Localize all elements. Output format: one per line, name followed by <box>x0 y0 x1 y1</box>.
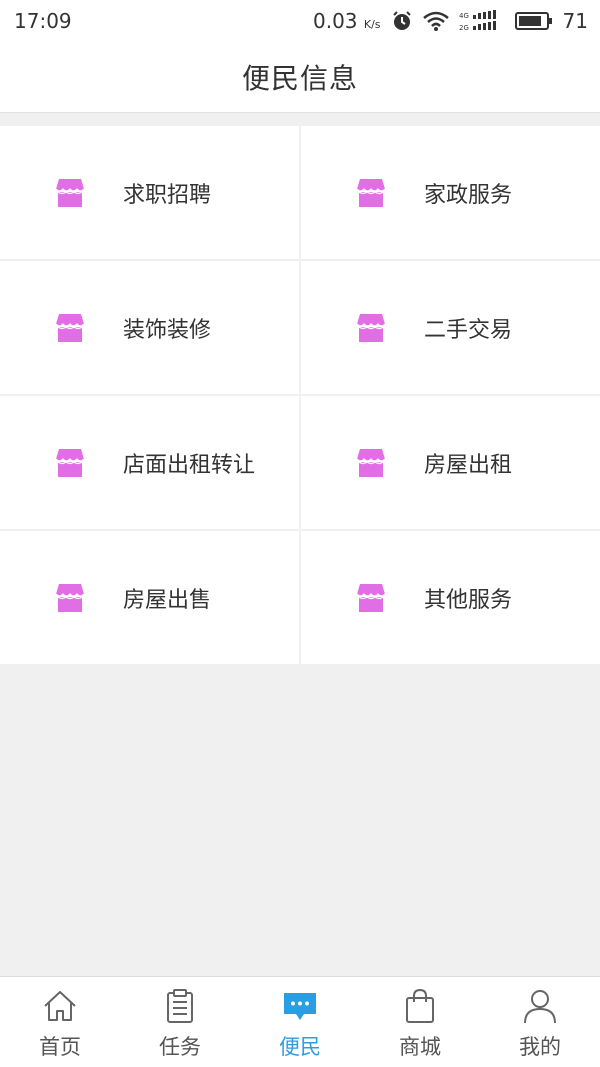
status-time: 17:09 <box>14 9 72 33</box>
chat-bubble-icon <box>284 993 316 1020</box>
category-item-second-hand[interactable]: 二手交易 <box>301 261 600 394</box>
network-speed-unit: K/s <box>363 18 381 31</box>
tab-label: 首页 <box>39 1035 81 1059</box>
page-title: 便民信息 <box>241 62 358 95</box>
tab-convenience[interactable]: 便民 <box>240 977 360 1067</box>
tab-label: 商城 <box>399 1035 441 1059</box>
network-speed: 0.03 K/s <box>313 9 381 33</box>
battery-icon <box>514 12 552 30</box>
category-label: 求职招聘 <box>123 182 212 208</box>
shop-icon <box>55 447 85 478</box>
alarm-icon <box>392 11 411 30</box>
signal-icon: 4G 2G <box>459 10 496 32</box>
svg-text:2G: 2G <box>459 24 469 32</box>
status-indicators: 0.03 K/s 4G 2G 71 <box>313 9 588 33</box>
status-bar: 17:09 0.03 K/s 4G 2G 71 <box>0 0 600 42</box>
shop-icon <box>356 177 386 208</box>
battery-level: 71 <box>562 9 588 33</box>
category-item-housekeeping[interactable]: 家政服务 <box>301 126 600 259</box>
category-label: 房屋出售 <box>123 587 212 613</box>
shop-icon <box>55 582 85 613</box>
category-item-other[interactable]: 其他服务 <box>301 531 600 664</box>
tab-label: 便民 <box>279 1035 321 1059</box>
shop-icon <box>55 312 85 343</box>
shop-icon <box>356 582 386 613</box>
tab-tasks[interactable]: 任务 <box>120 977 240 1067</box>
home-icon <box>44 991 76 1021</box>
shop-icon <box>356 312 386 343</box>
category-label: 装饰装修 <box>123 317 212 343</box>
category-label: 房屋出租 <box>424 452 513 478</box>
category-label: 家政服务 <box>424 182 513 208</box>
category-label: 店面出租转让 <box>123 452 256 478</box>
tab-mall[interactable]: 商城 <box>360 977 480 1067</box>
category-item-house-rent[interactable]: 房屋出租 <box>301 396 600 529</box>
shopping-bag-icon <box>406 988 434 1023</box>
shop-icon <box>356 447 386 478</box>
category-label: 二手交易 <box>424 317 513 343</box>
category-grid: 求职招聘 家政服务 装饰装修 二手交易 店面出租转让 房屋出租 房屋出售 其他服… <box>0 126 600 664</box>
wifi-icon <box>422 11 449 31</box>
category-label: 其他服务 <box>424 587 513 613</box>
user-icon <box>524 990 556 1024</box>
bottom-tab-bar: 首页 任务 便民 商城 我的 <box>0 976 600 1067</box>
category-item-decoration[interactable]: 装饰装修 <box>0 261 299 394</box>
tab-label: 我的 <box>519 1035 561 1059</box>
svg-text:4G: 4G <box>459 12 469 20</box>
category-item-job[interactable]: 求职招聘 <box>0 126 299 259</box>
tab-profile[interactable]: 我的 <box>480 977 600 1067</box>
clipboard-icon <box>167 989 193 1023</box>
tab-label: 任务 <box>159 1035 201 1059</box>
header-bar: 便民信息 <box>0 42 600 113</box>
category-item-shop-transfer[interactable]: 店面出租转让 <box>0 396 299 529</box>
tab-home[interactable]: 首页 <box>0 977 120 1067</box>
shop-icon <box>55 177 85 208</box>
category-item-house-sale[interactable]: 房屋出售 <box>0 531 299 664</box>
